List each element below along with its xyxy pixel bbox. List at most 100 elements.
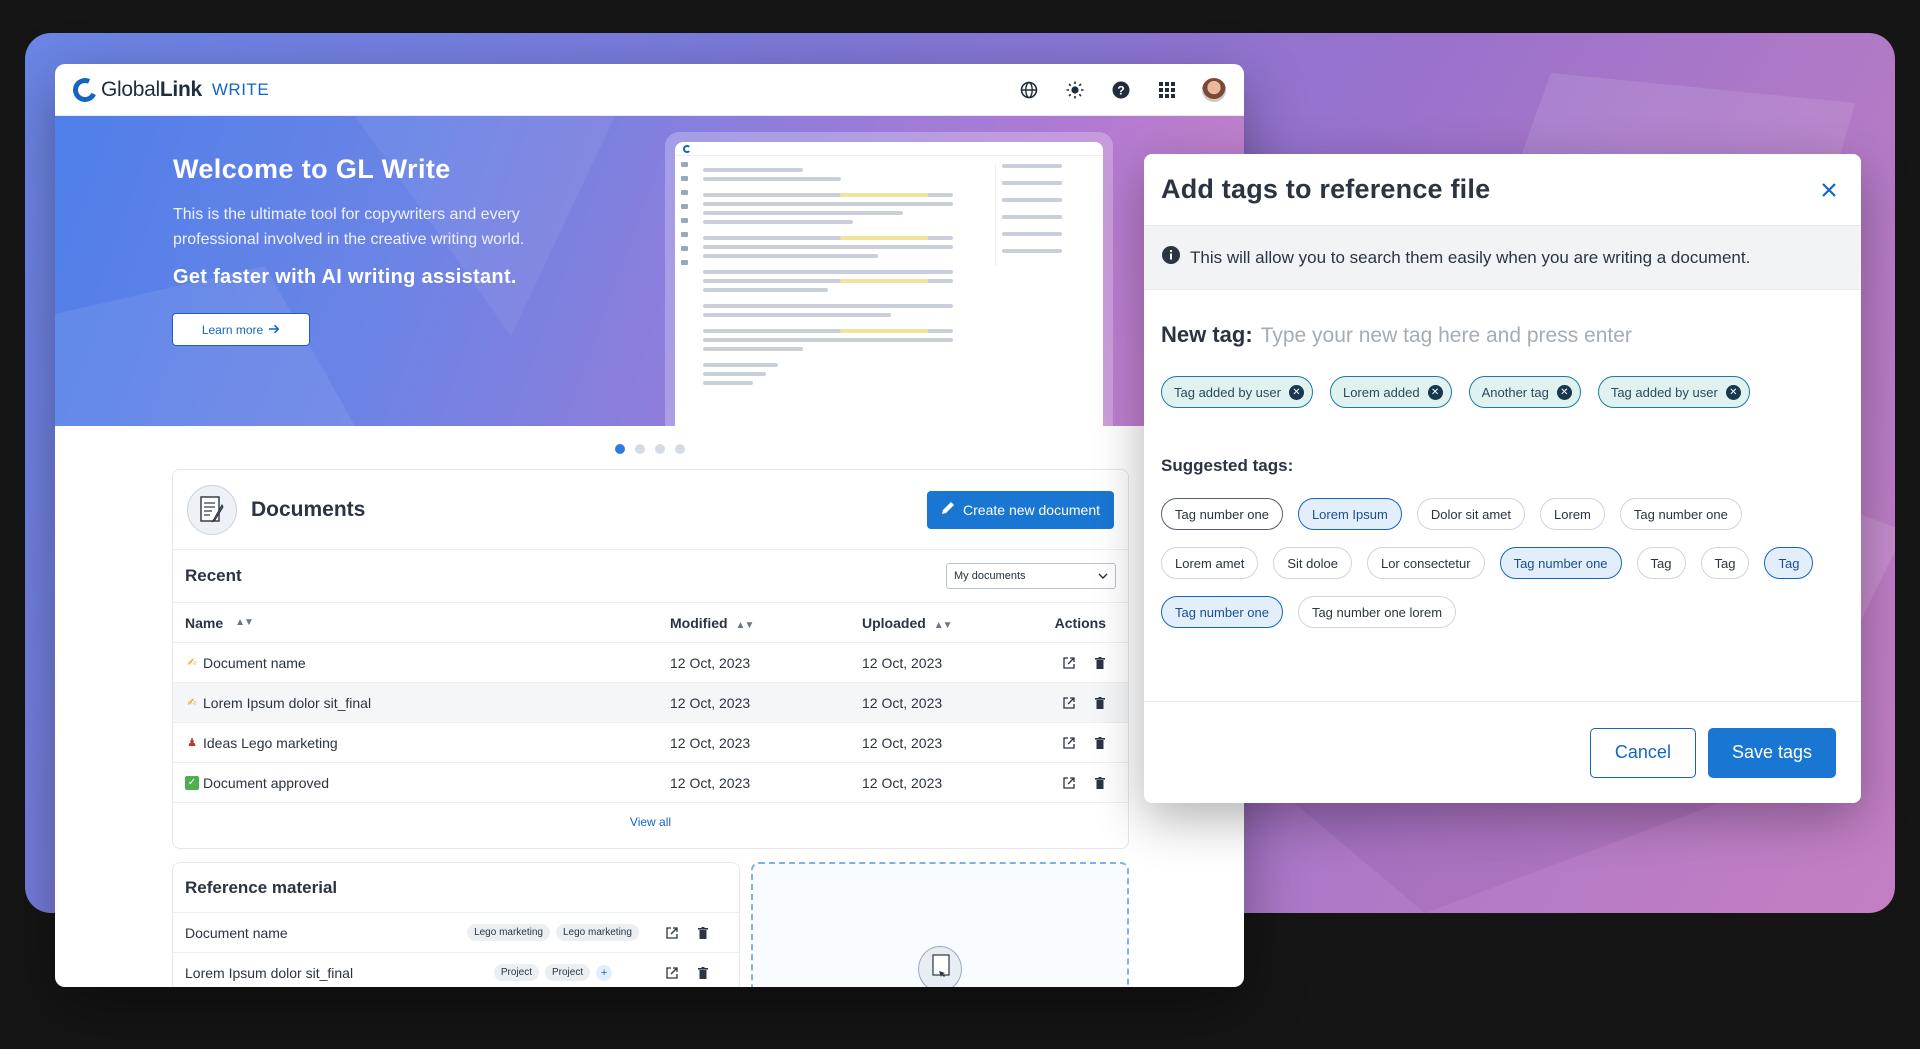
table-row[interactable]: ✍ Document name 12 Oct, 2023 12 Oct, 2023 [173,643,1128,683]
column-name[interactable]: Name ▲▼ [185,615,670,631]
added-tags-list: Tag added by user ✕ Lorem added ✕ Another … [1144,376,1861,408]
product-name: WRITE [211,79,270,99]
suggested-tag[interactable]: Lorem amet [1161,547,1259,579]
add-tag-button[interactable]: + [596,964,613,981]
added-tag: Tag added by user ✕ [1597,376,1750,408]
view-all-link[interactable]: View all [173,803,1128,829]
save-tags-button[interactable]: Save tags [1707,727,1836,778]
column-actions: Actions [1054,614,1106,631]
upload-file-icon [918,946,962,987]
open-external-icon[interactable] [1062,736,1075,749]
tag-chip: Project [545,964,591,981]
suggested-tags-list: Tag number one Lorem Ipsum Dolor sit ame… [1144,498,1861,628]
open-external-icon[interactable] [1062,696,1075,709]
table-row[interactable]: ✓ Document approved 12 Oct, 2023 12 Oct, … [173,763,1128,803]
added-tag: Another tag ✕ [1468,376,1581,408]
tag-chip: Lego marketing [467,924,550,941]
suggested-tag[interactable]: Dolor sit amet [1416,498,1526,530]
remove-tag-icon[interactable]: ✕ [1725,384,1741,400]
list-item[interactable]: Document name Lego marketing Lego market… [173,913,739,953]
logo[interactable]: GlobalLink WRITE [69,74,270,105]
carousel-dots [55,444,1244,454]
list-item[interactable]: Lorem Ipsum dolor sit_final Project Proj… [173,953,739,987]
tag-chip: Lego marketing [556,924,639,941]
arrow-right-icon [269,323,280,337]
suggested-tag[interactable]: Tag [1700,547,1750,579]
suggested-tag[interactable]: Lorem [1540,498,1605,530]
modal-title: Add tags to reference file [1161,174,1491,204]
trash-icon[interactable] [1093,736,1106,749]
sort-icon: ▲▼ [235,617,254,628]
file-upload-dropzone[interactable] [751,862,1129,987]
open-external-icon[interactable] [1062,776,1075,789]
suggested-tags-label: Suggested tags: [1161,456,1294,475]
added-tag: Tag added by user ✕ [1161,376,1313,408]
lego-figure-icon: ♟ [187,737,197,749]
suggested-tag[interactable]: Tag [1764,547,1814,579]
carousel-dot[interactable] [674,444,685,454]
learn-more-button[interactable]: Learn more [172,313,310,346]
writing-hand-icon: ✍ [187,657,197,669]
user-avatar[interactable] [1202,77,1226,102]
globe-icon[interactable] [1018,79,1040,101]
suggested-tag[interactable]: Tag number one lorem [1297,596,1457,628]
hero-title: Welcome to GL Write [173,154,451,184]
remove-tag-icon[interactable]: ✕ [1288,384,1304,400]
suggested-tag[interactable]: Lor consectetur [1366,547,1485,579]
top-bar: GlobalLink WRITE ? [55,64,1244,116]
check-mark-icon: ✓ [185,775,199,790]
add-tags-modal: Add tags to reference file This will all… [1144,154,1861,803]
carousel-dot[interactable] [614,444,625,454]
suggested-tag[interactable]: Tag number one [1499,547,1622,579]
document-icon [187,484,237,535]
hero-description: This is the ultimate tool for copywriter… [173,206,525,248]
suggested-tag[interactable]: Tag number one [1619,498,1742,530]
remove-tag-icon[interactable]: ✕ [1427,384,1443,400]
column-modified[interactable]: Modified ▲▼ [670,615,862,631]
new-tag-label: New tag: [1161,322,1253,347]
tag-chip: Project [493,964,539,981]
remove-tag-icon[interactable]: ✕ [1556,384,1572,400]
new-tag-input[interactable] [1260,324,1821,348]
table-row[interactable]: ♟ Ideas Lego marketing 12 Oct, 2023 12 Oc… [173,723,1128,763]
carousel-dot[interactable] [634,444,645,454]
suggested-tag[interactable]: Sit doloe [1273,547,1352,579]
svg-text:?: ? [1117,83,1124,97]
brightness-icon[interactable] [1064,79,1086,101]
sort-icon: ▲▼ [735,619,755,631]
documents-title: Documents [251,497,366,521]
info-icon [1162,246,1180,269]
suggested-tag[interactable]: Tag number one [1161,498,1283,530]
trash-icon[interactable] [696,966,709,979]
suggested-tag[interactable]: Tag number one [1161,596,1283,628]
trash-icon[interactable] [1093,696,1106,709]
writing-hand-icon: ✍ [187,697,197,709]
pencil-icon [941,501,955,518]
trash-icon[interactable] [1093,656,1106,669]
open-external-icon[interactable] [665,966,678,979]
documents-card: Documents Create new document Recent My … [172,469,1129,849]
globallink-logo-icon [69,74,101,105]
added-tag: Lorem added ✕ [1329,376,1452,408]
carousel-dot[interactable] [654,444,665,454]
column-uploaded[interactable]: Uploaded ▲▼ [862,615,1052,631]
apps-grid-icon[interactable] [1156,79,1178,101]
reference-title: Reference material [173,863,739,913]
close-icon[interactable] [1814,175,1844,205]
open-external-icon[interactable] [1062,656,1075,669]
suggested-tag[interactable]: Tag [1636,547,1686,579]
table-header: Name ▲▼ Modified ▲▼ Uploaded ▲▼ Actions [173,603,1128,643]
trash-icon[interactable] [696,926,709,939]
open-external-icon[interactable] [665,926,678,939]
app-window: GlobalLink WRITE ? Welcome to GL Write T… [55,64,1244,987]
chevron-down-icon [1098,570,1108,582]
modal-footer: Cancel Save tags [1144,701,1861,803]
help-icon[interactable]: ? [1110,79,1132,101]
cancel-button[interactable]: Cancel [1589,727,1696,778]
trash-icon[interactable] [1093,776,1106,789]
table-row[interactable]: ✍ Lorem Ipsum dolor sit_final 12 Oct, 202… [173,683,1128,723]
create-document-button[interactable]: Create new document [927,490,1114,529]
info-banner: This will allow you to search them easil… [1144,226,1861,290]
document-filter-select[interactable]: My documents [946,563,1116,589]
suggested-tag[interactable]: Lorem Ipsum [1297,498,1402,530]
